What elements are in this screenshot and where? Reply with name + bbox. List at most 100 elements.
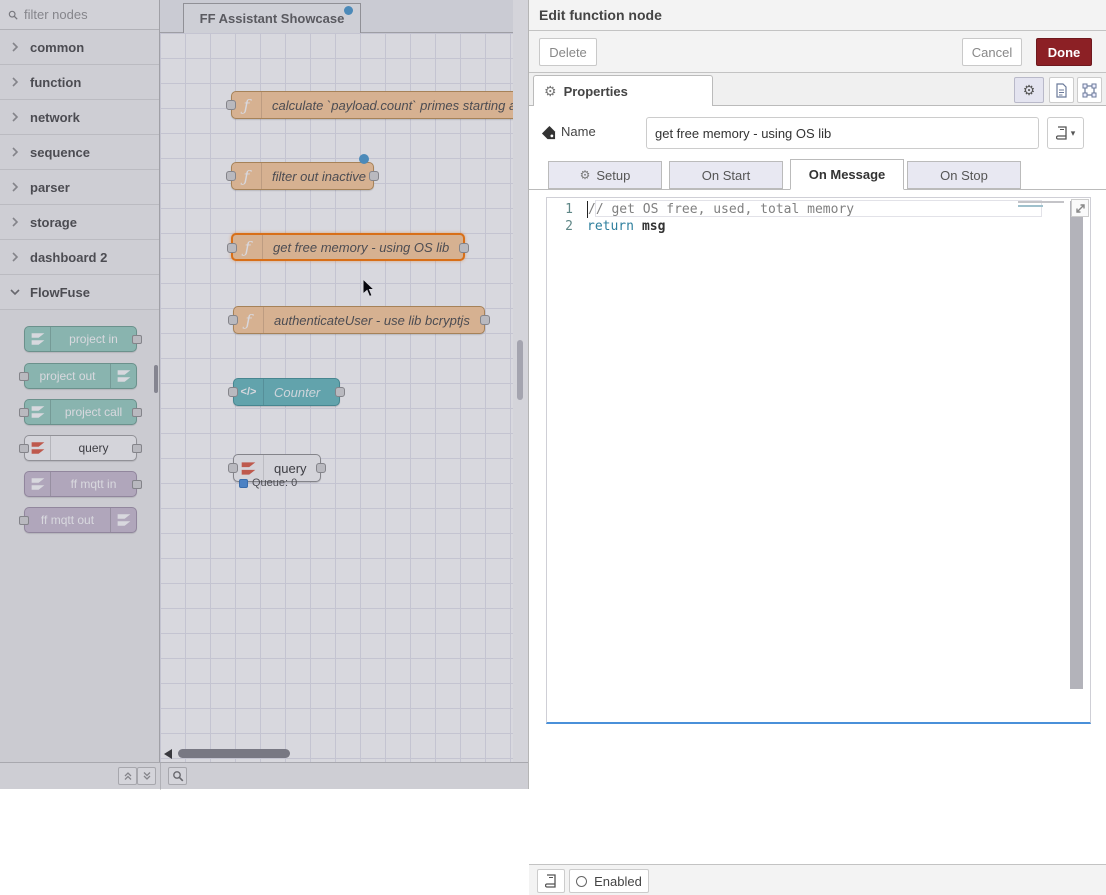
code-editor[interactable]: 1 // get OS free, used, total memory 2 r…	[546, 197, 1091, 724]
enabled-status-icon	[576, 876, 587, 887]
collapse-all-button[interactable]	[118, 767, 137, 785]
chevron-right-icon	[10, 112, 20, 122]
template-icon: </>	[234, 379, 264, 405]
canvas-grid[interactable]: ƒ calculate `payload.count` primes start…	[160, 33, 513, 762]
function-icon: ƒ	[233, 235, 263, 259]
output-port[interactable]	[132, 335, 142, 344]
function-tabs: ⚙ Setup On Start On Message On Stop	[529, 159, 1106, 190]
modified-dot	[359, 154, 369, 164]
tab-properties[interactable]: ⚙ Properties	[533, 75, 713, 106]
output-port[interactable]	[459, 243, 469, 253]
done-button[interactable]: Done	[1036, 38, 1092, 66]
code-minimap	[1018, 201, 1064, 211]
scroll-left-icon[interactable]	[164, 749, 172, 759]
dialog-footer: Enabled	[529, 864, 1106, 895]
tab-setup[interactable]: ⚙ Setup	[548, 161, 662, 189]
document-icon	[1055, 83, 1068, 98]
name-label: Name	[561, 124, 596, 139]
palette-node-query[interactable]: query	[24, 435, 137, 461]
node-get-free-memory[interactable]: ƒ get free memory - using OS lib	[231, 233, 465, 261]
expand-editor-button[interactable]	[1071, 199, 1089, 217]
enabled-toggle-button[interactable]: Enabled	[569, 869, 649, 893]
input-port[interactable]	[228, 315, 238, 325]
output-port[interactable]	[335, 387, 345, 397]
output-port[interactable]	[132, 408, 142, 417]
node-counter[interactable]: </> Counter	[233, 378, 340, 406]
description-view-button[interactable]	[1049, 77, 1074, 103]
input-port[interactable]	[228, 463, 238, 473]
function-icon: ƒ	[232, 92, 262, 118]
library-export-button[interactable]	[537, 869, 565, 893]
name-input[interactable]	[646, 117, 1039, 149]
properties-view-button[interactable]: ⚙	[1014, 77, 1044, 103]
library-button[interactable]: ▾	[1047, 117, 1084, 149]
canvas-hscrollbar[interactable]	[160, 746, 513, 760]
palette-category-network[interactable]: network	[0, 100, 159, 135]
chevron-right-icon	[10, 252, 20, 262]
palette-scrollbar[interactable]	[154, 365, 158, 393]
cancel-button[interactable]: Cancel	[962, 38, 1022, 66]
output-port[interactable]	[316, 463, 326, 473]
hscrollbar-thumb[interactable]	[178, 749, 290, 758]
appearance-view-button[interactable]	[1077, 77, 1102, 103]
expand-all-button[interactable]	[137, 767, 156, 785]
palette-category-function[interactable]: function	[0, 65, 159, 100]
palette-node-project-in[interactable]: project in	[24, 326, 137, 352]
flowfuse-icon	[25, 472, 51, 496]
palette-category-storage[interactable]: storage	[0, 205, 159, 240]
input-port[interactable]	[19, 408, 29, 417]
flow-tab[interactable]: FF Assistant Showcase	[183, 3, 361, 33]
input-port[interactable]	[19, 444, 29, 453]
editor-scrollbar[interactable]	[1070, 201, 1083, 689]
node-query-status: Queue: 0	[239, 477, 297, 489]
chevron-down-icon	[10, 287, 20, 297]
tab-on-stop[interactable]: On Stop	[907, 161, 1021, 189]
input-port[interactable]	[19, 516, 29, 525]
palette-category-common[interactable]: common	[0, 30, 159, 65]
palette-category-flowfuse[interactable]: FlowFuse	[0, 275, 159, 310]
tag-icon	[541, 125, 556, 140]
palette-search-placeholder: filter nodes	[24, 7, 88, 22]
palette-category-sequence[interactable]: sequence	[0, 135, 159, 170]
palette-node-project-call[interactable]: project call	[24, 399, 137, 425]
double-chevron-down-icon	[142, 771, 152, 781]
node-authenticate-user[interactable]: ƒ authenticateUser - use lib bcryptjs	[233, 306, 485, 334]
input-port[interactable]	[19, 372, 29, 381]
appearance-icon	[1082, 83, 1097, 98]
book-icon	[1056, 126, 1068, 140]
palette-node-ff-mqtt-out[interactable]: ff mqtt out	[24, 507, 137, 533]
code-line: 2 returnmsg	[547, 218, 1090, 235]
input-port[interactable]	[226, 100, 236, 110]
flowfuse-icon	[25, 327, 51, 351]
chevron-right-icon	[10, 182, 20, 192]
edit-dialog-header: Edit function node	[529, 0, 1106, 31]
tab-on-message[interactable]: On Message	[790, 159, 904, 190]
palette-node-project-out[interactable]: project out	[24, 363, 137, 389]
palette-node-ff-mqtt-in[interactable]: ff mqtt in	[24, 471, 137, 497]
divider	[160, 763, 161, 790]
vscrollbar-thumb[interactable]	[517, 340, 523, 400]
input-port[interactable]	[228, 387, 238, 397]
palette-category-parser[interactable]: parser	[0, 170, 159, 205]
input-port[interactable]	[226, 171, 236, 181]
code-line: 1 // get OS free, used, total memory	[547, 201, 1090, 218]
function-icon: ƒ	[232, 163, 262, 189]
node-calculate-primes[interactable]: ƒ calculate `payload.count` primes start…	[231, 91, 513, 119]
output-port[interactable]	[480, 315, 490, 325]
zoom-search-button[interactable]	[168, 767, 187, 785]
output-port[interactable]	[369, 171, 379, 181]
palette-category-dashboard2[interactable]: dashboard 2	[0, 240, 159, 275]
output-port[interactable]	[132, 444, 142, 453]
caret-down-icon: ▾	[1071, 128, 1076, 139]
flow-canvas[interactable]: FF Assistant Showcase ƒ calculate `paylo…	[160, 0, 513, 762]
delete-button[interactable]: Delete	[539, 38, 597, 66]
footer-bar	[0, 762, 528, 789]
flowfuse-icon	[110, 364, 136, 388]
chevron-right-icon	[10, 217, 20, 227]
canvas-vscrollbar[interactable]	[513, 0, 528, 762]
input-port[interactable]	[227, 243, 237, 253]
output-port[interactable]	[132, 480, 142, 489]
tab-on-start[interactable]: On Start	[669, 161, 783, 189]
palette-search[interactable]: filter nodes	[0, 0, 159, 30]
node-filter-out-inactive[interactable]: ƒ filter out inactive	[231, 162, 374, 190]
